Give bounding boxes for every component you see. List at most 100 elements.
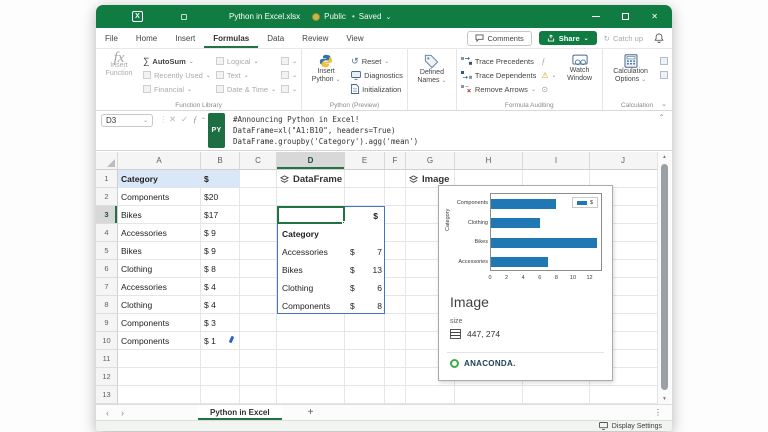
cell-b6[interactable]: $ 8 (201, 260, 219, 278)
cell-a10[interactable]: Components (118, 332, 172, 350)
dataframe-card-label[interactable]: DataFrame (280, 170, 342, 188)
cell-a8[interactable]: Clothing (118, 296, 155, 314)
cell-a6[interactable]: Clothing (118, 260, 155, 278)
minimize-button[interactable] (592, 16, 600, 17)
display-settings-button[interactable]: Display Settings (599, 422, 662, 430)
column-header-d[interactable]: D (277, 152, 345, 169)
df-row-value[interactable]: $13 (346, 261, 386, 279)
save-status[interactable]: Saved (359, 12, 382, 21)
tab-insert[interactable]: Insert (166, 28, 204, 48)
tab-review[interactable]: Review (293, 28, 337, 48)
column-header-i[interactable]: I (523, 152, 590, 169)
add-sheet-button[interactable]: + (308, 407, 314, 418)
cell-b7[interactable]: $ 4 (201, 278, 219, 296)
close-button[interactable]: ✕ (651, 12, 658, 21)
name-box[interactable]: D3 ⌄ (101, 114, 153, 127)
diagnostics-button[interactable]: Diagnostics (351, 68, 403, 82)
calculate-now-button[interactable] (660, 54, 668, 68)
row-header-2[interactable]: 2 (96, 188, 118, 206)
column-header-f[interactable]: F (385, 152, 406, 169)
row-header-10[interactable]: 10 (96, 332, 118, 350)
insert-function-icon[interactable]: ƒ (193, 114, 197, 124)
scroll-down-icon[interactable]: ▼ (658, 396, 671, 402)
tab-file[interactable]: File (96, 28, 127, 48)
insert-python-button[interactable]: Insert Python ⌄ (306, 52, 346, 99)
recently-used-button[interactable]: Recently Used ⌄ (143, 68, 211, 82)
cell-b8[interactable]: $ 4 (201, 296, 219, 314)
cell-b4[interactable]: $ 9 (201, 224, 219, 242)
column-header-b[interactable]: B (201, 152, 240, 169)
column-header-e[interactable]: E (345, 152, 385, 169)
formula-code[interactable]: #Announcing Python in Excel! DataFrame=x… (233, 114, 418, 148)
cell-b2[interactable]: $20 (201, 188, 221, 206)
df-row-category[interactable]: Clothing (282, 279, 313, 297)
scrollbar-thumb[interactable] (661, 164, 668, 390)
column-header-g[interactable]: G (406, 152, 455, 169)
column-header-c[interactable]: C (240, 152, 277, 169)
row-header-1[interactable]: 1 (96, 170, 118, 188)
trace-dependents-button[interactable]: Trace Dependents (461, 68, 536, 82)
row-header-8[interactable]: 8 (96, 296, 118, 314)
column-header-a[interactable]: A (118, 152, 201, 169)
cell-b10[interactable]: $ 1 (201, 332, 219, 350)
trace-precedents-button[interactable]: Trace Precedents (461, 54, 536, 68)
evaluate-formula-button[interactable]: ⊙ (541, 82, 556, 96)
cell-a5[interactable]: Bikes (118, 242, 145, 260)
chevron-down-icon[interactable]: ⌄ (201, 114, 206, 121)
row-header-3[interactable]: 3 (96, 206, 118, 224)
comments-button[interactable]: Comments (467, 31, 532, 46)
show-formulas-button[interactable]: ƒ (541, 54, 556, 68)
autosum-button[interactable]: ∑ AutoSum ⌄ (143, 54, 211, 68)
sheet-more-icon[interactable]: ⋮ (654, 408, 662, 417)
quick-access-icon[interactable] (181, 14, 187, 20)
calculate-sheet-button[interactable] (660, 68, 668, 82)
financial-button[interactable]: Financial ⌄ (143, 82, 211, 96)
announcements-bell-icon[interactable] (654, 33, 664, 43)
formula-bar-collapse-chevron[interactable]: ⌃ (658, 113, 665, 122)
cell-b9[interactable]: $ 3 (201, 314, 219, 332)
tab-home[interactable]: Home (127, 28, 166, 48)
column-header-j[interactable]: J (590, 152, 656, 169)
row-header-5[interactable]: 5 (96, 242, 118, 260)
enter-check-icon[interactable]: ✓ (181, 114, 188, 125)
row-header-4[interactable]: 4 (96, 224, 118, 242)
chevron-down-icon[interactable]: ⌄ (385, 13, 391, 21)
cell-b5[interactable]: $ 9 (201, 242, 219, 260)
row-header-7[interactable]: 7 (96, 278, 118, 296)
df-row-category[interactable]: Accessories (282, 243, 328, 261)
row-header-6[interactable]: 6 (96, 260, 118, 278)
cell-a9[interactable]: Components (118, 314, 172, 332)
cell-b3[interactable]: $17 (201, 206, 221, 224)
select-all-corner[interactable] (96, 152, 118, 169)
row-header-12[interactable]: 12 (96, 368, 118, 386)
logical-button[interactable]: Logical ⌄ (216, 54, 276, 68)
df-value-header[interactable]: $ (346, 207, 386, 225)
image-data-card[interactable]: Category Components Clothing Bikes Acces… (438, 185, 613, 381)
df-row-category[interactable]: Bikes (282, 261, 303, 279)
cell-a1[interactable]: Category (118, 170, 161, 188)
cell-a4[interactable]: Accessories (118, 224, 170, 242)
df-row-value[interactable]: $8 (346, 297, 386, 315)
sheet-tab-active[interactable]: Python in Excel (198, 405, 282, 420)
date-time-button[interactable]: Date & Time ⌄ (216, 82, 276, 96)
tab-formulas[interactable]: Formulas (204, 28, 258, 48)
watch-window-button[interactable]: Watch Window (562, 52, 598, 99)
tab-view[interactable]: View (337, 28, 372, 48)
sensitivity-label[interactable]: Public (324, 12, 346, 21)
column-header-h[interactable]: H (455, 152, 523, 169)
cell-a7[interactable]: Accessories (118, 278, 170, 296)
remove-arrows-button[interactable]: Remove Arrows ⌄ (461, 82, 536, 96)
catch-up-button[interactable]: ↻ Catch up (604, 34, 643, 43)
defined-names-button[interactable]: Defined Names ⌄ (412, 52, 452, 99)
cancel-icon[interactable]: ✕ (169, 114, 176, 125)
row-header-13[interactable]: 13 (96, 386, 118, 404)
sheet-nav-right-icon[interactable]: › (121, 408, 124, 418)
math-trig-button[interactable]: ⌄ (281, 68, 297, 82)
row-header-9[interactable]: 9 (96, 314, 118, 332)
maximize-button[interactable] (622, 13, 629, 20)
initialization-button[interactable]: Initialization (351, 82, 403, 96)
ribbon-collapse-chevron[interactable]: ⌄ (661, 100, 667, 108)
cell-a2[interactable]: Components (118, 188, 172, 206)
more-functions-button[interactable]: ⌄ (281, 82, 297, 96)
share-button[interactable]: Share ⌄ (539, 31, 597, 45)
